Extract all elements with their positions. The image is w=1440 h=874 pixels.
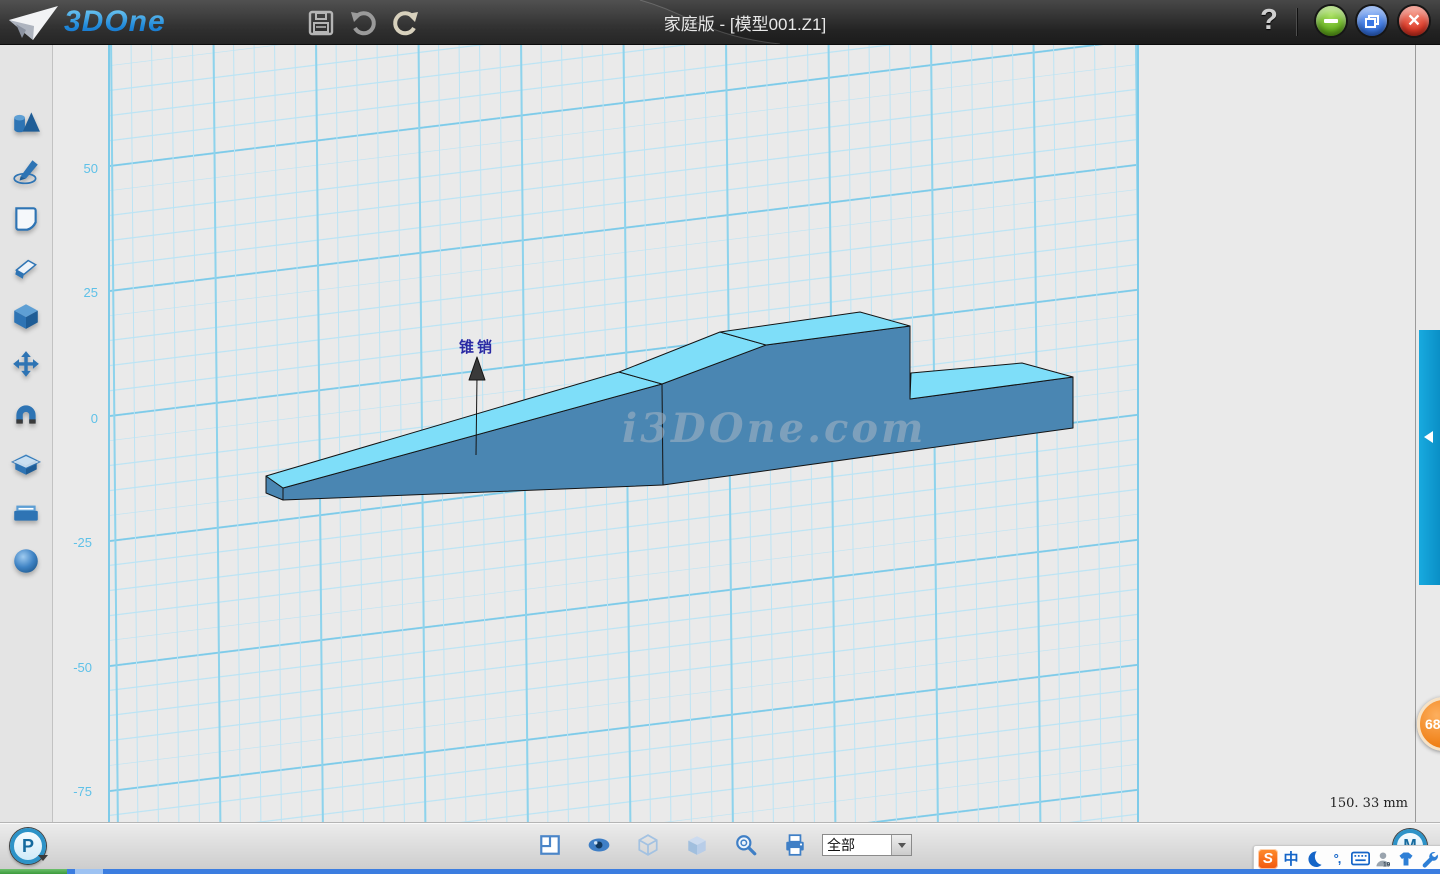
moon-icon [1306,850,1323,867]
badge-letter: P [22,836,34,857]
shaded-mode-button[interactable] [685,833,711,859]
taskbar-edge [0,869,1440,874]
taskbar-app-segment [75,869,103,874]
tool-move[interactable] [11,350,41,380]
restore-button[interactable] [1357,6,1387,36]
visibility-button[interactable] [587,833,613,859]
undo-icon [350,9,378,37]
ime-punctuation-button[interactable]: °, [1327,849,1347,869]
ime-skin-button[interactable] [1396,849,1416,869]
wireframe-cube-icon [636,833,660,857]
tool-split-solid[interactable] [11,448,41,478]
tool-sketch-draw[interactable] [11,156,41,186]
ime-toolbar: S 中 °, 19 [1253,845,1440,872]
eraser-icon [11,253,41,283]
tool-magnet-assembly[interactable] [11,399,41,429]
view-layout-button[interactable] [538,833,564,859]
notification-count: 68 [1425,716,1440,732]
zoom-magnifier-icon [734,833,758,857]
ime-keyboard-button[interactable] [1350,849,1370,869]
badge-dropdown-caret[interactable] [38,855,48,861]
collapse-panel-tab[interactable] [1419,330,1440,585]
tray-icon [11,497,41,527]
primitives-icon [11,107,41,137]
save-button[interactable] [306,8,336,38]
taskbar-start-segment [0,869,67,874]
chevron-left-icon [1424,431,1433,443]
close-icon: × [1408,10,1420,31]
paper-plane-icon [6,2,60,42]
filter-dropdown[interactable]: 全部 [822,834,912,856]
tool-primitives[interactable] [11,107,41,137]
tool-feature-cube[interactable] [11,301,41,331]
close-button[interactable]: × [1399,6,1429,36]
titlebar-separator [1296,8,1297,36]
keyboard-icon [1351,851,1370,866]
restore-icon [1365,15,1379,28]
brand-name: 3DOne [64,5,166,39]
watermark: i3DOne.com [622,405,926,452]
minimize-button[interactable] [1316,6,1346,36]
filter-dropdown-value: 全部 [823,835,891,855]
sphere-icon [11,546,41,576]
save-icon [308,10,334,36]
tshirt-icon [1397,850,1415,868]
window-title: 家庭版 - [模型001.Z1] [664,0,826,44]
wrench-icon [1420,850,1438,868]
chevron-down-icon [898,843,906,848]
sketch-pencil-icon [11,156,41,186]
ime-moon-button[interactable] [1304,849,1324,869]
print-icon [783,833,807,857]
split-solid-icon [11,448,41,478]
ime-logo[interactable]: S [1258,849,1278,869]
ime-mode-button[interactable]: 中 [1281,849,1301,869]
shaded-cube-icon [685,833,709,857]
wireframe-mode-button[interactable] [636,833,662,859]
app-logo: 3DOne [6,2,166,42]
zoom-button[interactable] [734,833,760,859]
left-toolbar [0,44,53,822]
help-button[interactable]: ? [1254,4,1284,40]
ime-account-button[interactable]: 19 [1373,849,1393,869]
print-button[interactable] [783,833,809,859]
ime-settings-button[interactable] [1419,849,1439,869]
bottom-toolbar: P [0,822,1440,870]
magnet-icon [11,399,41,429]
undo-button[interactable] [349,8,379,38]
svg-text:19: 19 [1383,861,1391,868]
sketch-plane-icon [11,204,41,234]
annotation-label: 锥销 [459,336,495,357]
redo-button[interactable] [390,8,420,38]
3done-window: 3DOne 家庭版 - [模型001.Z1] ? [0,0,1440,874]
move-arrows-icon [11,350,41,380]
cube-icon [11,301,41,331]
minimize-icon [1324,19,1338,23]
tool-sphere[interactable] [11,546,41,576]
title-bar: 3DOne 家庭版 - [模型001.Z1] ? [0,0,1440,45]
user-icon: 19 [1374,850,1392,868]
redo-icon [391,9,419,37]
view-layout-icon [538,833,562,857]
dropdown-button[interactable] [891,835,911,855]
tool-sketch-plane[interactable] [11,204,41,234]
visibility-eye-icon [587,833,611,857]
tool-eraser[interactable] [11,253,41,283]
tool-tray[interactable] [11,497,41,527]
